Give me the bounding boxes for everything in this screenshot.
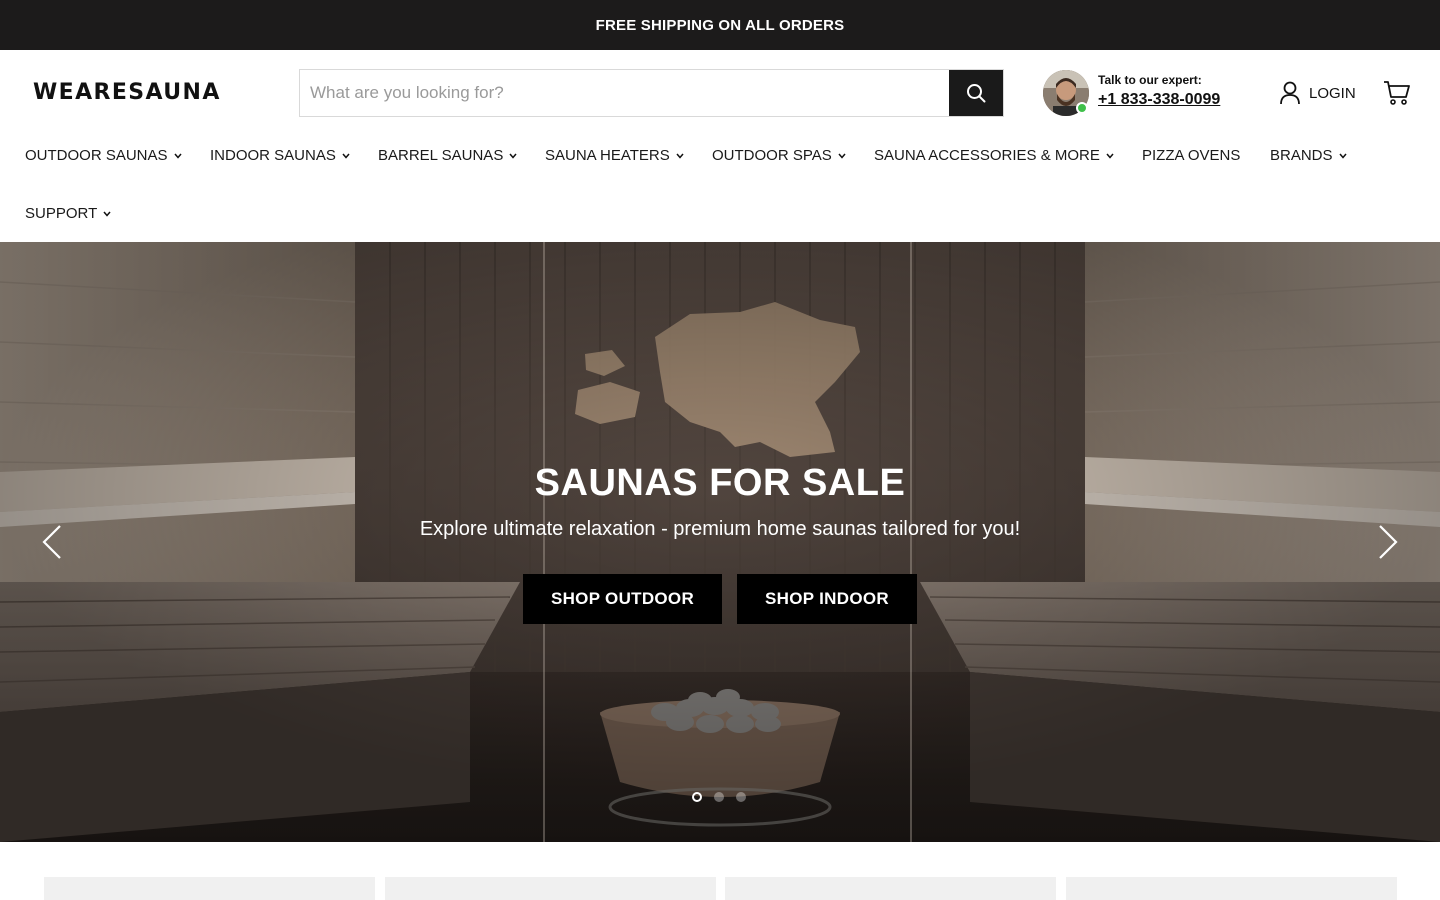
nav-item-outdoor-spas[interactable]: OUTDOOR SPAS [712,147,846,164]
chevron-down-icon [1338,153,1347,159]
header: WEARESAUNA Talk to our expert: +1 833-33… [0,50,1440,136]
login-label: LOGIN [1309,84,1356,102]
hero-slideshow: SAUNAS FOR SALE Explore ultimate relaxat… [0,242,1440,842]
nav-item-indoor-saunas[interactable]: INDOOR SAUNAS [210,147,350,164]
cart-icon [1384,81,1410,105]
chevron-down-icon [676,153,684,159]
hero-image [0,242,1440,842]
search-bar [299,69,1004,117]
chevron-down-icon [103,211,111,217]
search-input[interactable] [300,70,949,116]
expert-phone-link[interactable]: +1 833-338-0099 [1098,91,1220,109]
hero-title: SAUNAS FOR SALE [534,462,906,504]
announcement-bar: FREE SHIPPING ON ALL ORDERS [0,0,1440,50]
chevron-down-icon [1106,153,1114,159]
nav-item-support[interactable]: SUPPORT [25,205,111,222]
category-card[interactable] [44,877,375,900]
cart-button[interactable] [1383,80,1411,106]
slide-indicators [692,792,746,802]
main-nav: OUTDOOR SAUNAS INDOOR SAUNAS BARREL SAUN… [0,136,1440,242]
chevron-down-icon [838,153,846,159]
nav-item-sauna-heaters[interactable]: SAUNA HEATERS [545,147,684,164]
announcement-text: FREE SHIPPING ON ALL ORDERS [595,16,845,34]
category-card[interactable] [385,877,716,900]
slide-dot-1[interactable] [692,792,702,802]
shop-indoor-button[interactable]: SHOP INDOOR [737,574,917,624]
nav-item-barrel-saunas[interactable]: BARREL SAUNAS [378,147,517,164]
slide-dot-2[interactable] [714,792,724,802]
search-icon [967,84,986,103]
chevron-down-icon [173,153,182,159]
slide-dot-3[interactable] [736,792,746,802]
category-card[interactable] [1066,877,1397,900]
expert-contact: Talk to our expert: +1 833-338-0099 [1043,70,1233,120]
nav-item-brands[interactable]: BRANDS [1270,147,1347,164]
category-card[interactable] [725,877,1056,900]
user-icon [1280,81,1300,105]
expert-label: Talk to our expert: [1098,73,1202,87]
chevron-down-icon [509,153,517,159]
login-link[interactable]: LOGIN [1279,81,1356,105]
online-status-dot [1076,102,1088,114]
nav-item-pizza-ovens[interactable]: PIZZA OVENS [1142,147,1240,164]
nav-item-outdoor-saunas[interactable]: OUTDOOR SAUNAS [25,147,182,164]
nav-item-sauna-accessories[interactable]: SAUNA ACCESSORIES & MORE [874,147,1114,164]
chevron-down-icon [342,153,350,159]
logo[interactable]: WEARESAUNA [33,80,221,105]
search-button[interactable] [949,70,1003,116]
shop-outdoor-button[interactable]: SHOP OUTDOOR [523,574,722,624]
hero-subtitle: Explore ultimate relaxation - premium ho… [419,518,1021,540]
category-cards [0,877,1440,900]
